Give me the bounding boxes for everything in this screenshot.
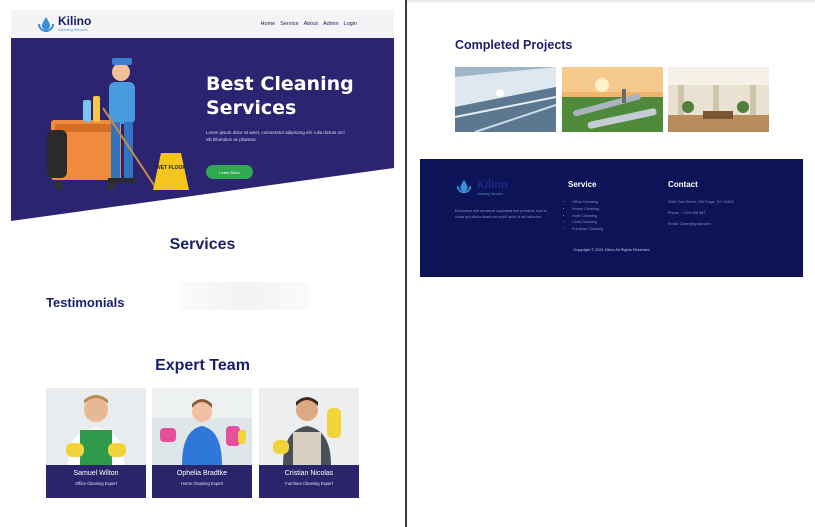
team-member-photo	[152, 388, 252, 465]
team-member-role: Furniture Cleaning Expert	[285, 481, 333, 486]
footer-service-link[interactable]: Furniture Cleaning	[572, 226, 603, 233]
services-heading: Services	[169, 236, 236, 253]
project-image-escalator[interactable]	[455, 67, 556, 132]
project-image-industrial[interactable]	[562, 67, 663, 132]
footer-service-link[interactable]: Hotel Cleaning	[572, 213, 603, 220]
project-image-hotel-lobby[interactable]	[668, 67, 769, 132]
footer-service-link[interactable]: Office Cleaning	[572, 199, 603, 206]
footer-service-link[interactable]: Cloth Cleaning	[572, 219, 603, 226]
brand-name[interactable]: Kilino	[58, 14, 91, 28]
hero-description: Lorem ipsum dolor sit amet, consectetur …	[206, 130, 345, 142]
team-member-role: Office Cleaning Expert	[75, 481, 117, 486]
footer-brand-tagline: Cleaning Services	[477, 192, 503, 196]
footer: Kilino Cleaning Services Excepteur sint …	[420, 159, 803, 277]
team-member-name: Ophelia Bradtke	[176, 470, 228, 477]
nav-service[interactable]: Service	[280, 21, 298, 27]
team-member-role: Home Cleaning Expert	[180, 481, 224, 486]
team-member-info: Cristian Nicolas Furniture Cleaning Expe…	[259, 465, 359, 498]
team-member-photo	[46, 388, 146, 465]
team-member-photo	[259, 388, 359, 465]
nav-admin[interactable]: Admin	[323, 21, 339, 27]
hero-title: Best Cleaning Services	[206, 73, 354, 119]
team-member-info: Ophelia Bradtke Home Cleaning Expert	[152, 465, 252, 498]
team-heading: Expert Team	[155, 357, 250, 374]
team-member-name: Cristian Nicolas	[284, 470, 334, 477]
nav-home[interactable]: Home	[261, 21, 276, 27]
water-drop-logo-icon[interactable]	[455, 177, 473, 195]
footer-phone[interactable]: Phone : +125 408 887	[668, 211, 705, 215]
nav-menu: Home Service About Admin Login	[261, 21, 357, 27]
brand-tagline: Cleaning Services	[58, 28, 88, 32]
projects-heading: Completed Projects	[455, 38, 573, 52]
water-drop-logo-icon[interactable]	[36, 14, 56, 34]
team-card[interactable]: Ophelia Bradtke Home Cleaning Expert	[152, 388, 252, 498]
footer-brand-name[interactable]: Kilino	[477, 179, 508, 191]
team-card[interactable]: Cristian Nicolas Furniture Cleaning Expe…	[259, 388, 359, 498]
footer-address: 2289 Oak Street, Old Forge, NY 13420	[668, 200, 734, 204]
footer-service-list: Office Cleaning House Cleaning Hotel Cle…	[568, 199, 603, 233]
nav-login[interactable]: Login	[344, 21, 357, 27]
nav-about[interactable]: About	[304, 21, 318, 27]
right-pane: Completed Projects Kilino Cleaning Servi…	[407, 0, 815, 527]
testimonials-heading: Testimonials	[46, 295, 125, 310]
team-member-name: Samuel Wilton	[73, 470, 119, 477]
footer-copyright: Copyright © 2021 Kilino All Rights Reser…	[573, 247, 650, 252]
learn-more-button[interactable]: Learn More	[206, 165, 253, 179]
footer-service-heading: Service	[568, 180, 597, 189]
footer-contact-heading: Contact	[668, 180, 698, 189]
footer-email[interactable]: Email: Clean@gmail.com	[668, 222, 711, 226]
footer-about-text: Excepteur sint occaecat cupidatat non pr…	[455, 209, 548, 219]
team-card[interactable]: Samuel Wilton Office Cleaning Expert	[46, 388, 146, 498]
footer-service-link[interactable]: House Cleaning	[572, 206, 603, 213]
wet-floor-sign: WET FLOOR	[156, 165, 186, 171]
testimonials-slider[interactable]	[180, 282, 310, 310]
left-pane: Kilino Cleaning Services Home Service Ab…	[0, 0, 405, 527]
team-member-info: Samuel Wilton Office Cleaning Expert	[46, 465, 146, 498]
